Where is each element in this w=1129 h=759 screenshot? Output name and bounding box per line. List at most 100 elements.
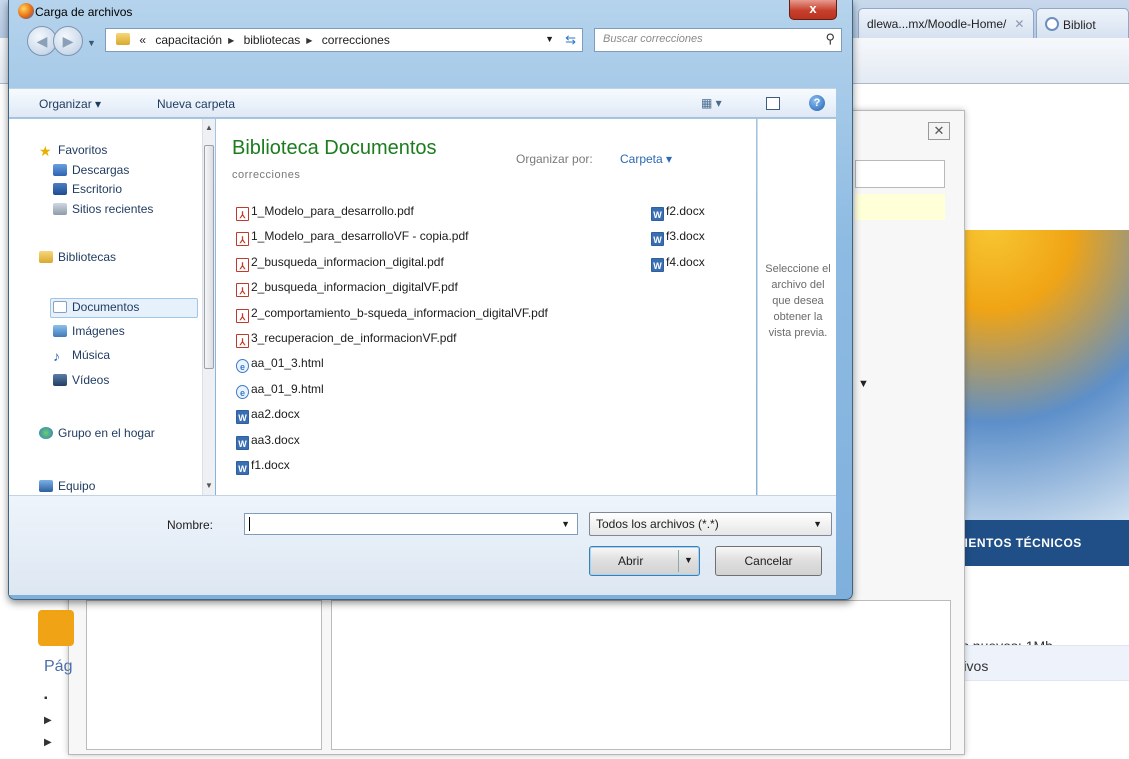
file-item[interactable]: Wf1.docx bbox=[236, 458, 290, 475]
moodle-right-pane bbox=[331, 600, 951, 750]
search-field[interactable]: Buscar correcciones ⚲ bbox=[594, 28, 842, 52]
file-item[interactable]: Wf3.docx bbox=[651, 229, 705, 247]
open-options-dropdown-icon[interactable]: ▼ bbox=[684, 555, 693, 565]
file-item[interactable]: Waa3.docx bbox=[236, 433, 300, 450]
browser-tab-label: Bibliot bbox=[1063, 18, 1096, 32]
nav-favorites[interactable]: ★ Favoritos bbox=[39, 143, 108, 159]
nav-scrollbar[interactable]: ▲ ▼ bbox=[202, 119, 215, 495]
nav-homegroup[interactable]: Grupo en el hogar bbox=[39, 426, 155, 440]
organize-menu[interactable]: Organizar ▾ bbox=[39, 97, 101, 111]
pdf-file-icon: ⅄ bbox=[236, 257, 249, 272]
nav-label: Vídeos bbox=[72, 373, 110, 387]
site-nav-bar[interactable]: MIENTOS TÉCNICOS bbox=[938, 520, 1129, 566]
file-name: f3.docx bbox=[666, 229, 705, 244]
dialog-close-button[interactable]: x bbox=[789, 0, 837, 20]
filename-dropdown-icon[interactable]: ▼ bbox=[561, 519, 570, 529]
scroll-down-icon[interactable]: ▼ bbox=[205, 481, 213, 490]
breadcrumb-correcciones[interactable]: correcciones bbox=[322, 33, 390, 47]
moodle-dropdown-arrow-icon[interactable]: ▼ bbox=[858, 378, 869, 390]
file-name: 2_busqueda_informacion_digitalVF.pdf bbox=[251, 280, 458, 295]
address-dropdown-icon[interactable]: ▼ bbox=[545, 34, 554, 44]
pdf-file-icon: ⅄ bbox=[236, 283, 249, 298]
moodle-input-box[interactable] bbox=[855, 160, 945, 188]
pdf-file-icon: ⅄ bbox=[236, 334, 249, 348]
nav-label: Equipo bbox=[58, 479, 96, 493]
nav-images[interactable]: Imágenes bbox=[53, 324, 125, 338]
tab-close-icon[interactable]: ✕ bbox=[1014, 17, 1024, 31]
recent-locations-dropdown-icon[interactable]: ▼ bbox=[87, 38, 96, 48]
homegroup-icon bbox=[39, 427, 53, 439]
dialog-footer bbox=[9, 495, 836, 595]
file-item[interactable]: Wf4.docx bbox=[651, 255, 705, 272]
breadcrumb-bibliotecas[interactable]: bibliotecas bbox=[244, 33, 301, 47]
nav-downloads[interactable]: Descargas bbox=[53, 163, 129, 177]
nav-documents[interactable]: Documentos bbox=[53, 300, 139, 314]
file-name: 1_Modelo_para_desarrolloVF - copia.pdf bbox=[251, 229, 469, 244]
nav-label: Bibliotecas bbox=[58, 250, 117, 264]
file-name: f1.docx bbox=[251, 458, 290, 472]
chevron-down-icon[interactable]: ▼ bbox=[813, 519, 822, 529]
file-item[interactable]: ⅄ 2_busqueda_informacion_digitalVF.pdf bbox=[236, 280, 458, 298]
new-folder-button[interactable]: Nueva carpeta bbox=[157, 97, 235, 111]
file-item[interactable]: ⅄ 1_Modelo_para_desarrolloVF - copia.pdf bbox=[236, 229, 469, 247]
desktop-icon bbox=[53, 183, 67, 195]
preview-pane-icon[interactable] bbox=[766, 97, 780, 110]
forward-button[interactable]: ▶ bbox=[53, 26, 83, 56]
arrange-by-label: Organizar por: bbox=[516, 152, 593, 166]
file-item[interactable]: Waa2.docx bbox=[236, 407, 300, 425]
nav-libraries[interactable]: Bibliotecas bbox=[39, 250, 116, 264]
browser-tab-bibliot[interactable]: Bibliot bbox=[1036, 8, 1129, 38]
moodle-highlight-row bbox=[855, 194, 945, 220]
breadcrumb-overflow[interactable]: « bbox=[139, 33, 146, 47]
back-arrow-icon: ◀ bbox=[36, 33, 48, 49]
nav-label: Imágenes bbox=[72, 324, 125, 338]
nav-label: Descargas bbox=[72, 163, 130, 177]
command-bar: Organizar ▾ Nueva carpeta ▦ ▾ ? bbox=[9, 88, 836, 118]
file-item[interactable]: ⅄ 2_comportamiento_b-squeda_informacion_d… bbox=[236, 306, 548, 323]
site-banner-image bbox=[958, 230, 1129, 520]
nav-computer[interactable]: Equipo bbox=[39, 479, 95, 493]
address-bar[interactable]: « capacitación ▶ bibliotecas ▶ correccione… bbox=[105, 28, 583, 52]
nav-label: Favoritos bbox=[58, 143, 108, 157]
file-type-select[interactable]: Todos los archivos (*.*) ▼ bbox=[589, 512, 832, 536]
split-divider bbox=[678, 550, 679, 572]
nav-desktop[interactable]: Escritorio bbox=[53, 182, 122, 196]
open-button[interactable]: Abrir ▼ bbox=[589, 546, 700, 576]
moodle-close-button[interactable]: ✕ bbox=[928, 122, 950, 140]
file-item[interactable]: e aa_01_9.html bbox=[236, 382, 324, 399]
scroll-up-icon[interactable]: ▲ bbox=[205, 123, 213, 132]
file-item[interactable]: ⅄ 2_busqueda_informacion_digital.pdf bbox=[236, 255, 444, 272]
downloads-icon bbox=[53, 164, 67, 176]
help-icon[interactable]: ? bbox=[809, 95, 825, 111]
docx-file-icon: W bbox=[236, 435, 249, 450]
breadcrumb-capacitacion[interactable]: capacitación bbox=[155, 33, 222, 47]
scroll-thumb[interactable] bbox=[204, 145, 214, 369]
pdf-file-icon: ⅄ bbox=[236, 207, 249, 221]
documents-icon bbox=[53, 301, 67, 313]
browser-tab-moodle[interactable]: dlewa...mx/Moodle-Home/ ✕ bbox=[858, 8, 1034, 38]
file-item[interactable]: Wf2.docx bbox=[651, 204, 705, 221]
images-icon bbox=[53, 325, 67, 337]
refresh-icon[interactable]: ⇆ bbox=[565, 32, 576, 48]
search-icon[interactable]: ⚲ bbox=[825, 31, 835, 47]
filename-input[interactable]: ▼ bbox=[244, 513, 578, 535]
cancel-button[interactable]: Cancelar bbox=[715, 546, 822, 576]
cancel-button-label: Cancelar bbox=[744, 554, 793, 568]
nav-videos[interactable]: Vídeos bbox=[53, 373, 109, 387]
file-name: aa2.docx bbox=[251, 407, 300, 422]
file-name: 2_busqueda_informacion_digital.pdf bbox=[251, 254, 444, 269]
nav-music[interactable]: ♪ Música bbox=[53, 348, 110, 364]
nav-label: Grupo en el hogar bbox=[58, 426, 155, 440]
nav-recent-places[interactable]: Sitios recientes bbox=[53, 202, 153, 216]
file-item[interactable]: e aa_01_3.html bbox=[236, 356, 324, 374]
arrange-by-dropdown[interactable]: Carpeta ▾ bbox=[620, 152, 672, 166]
pdf-file-icon: ⅄ bbox=[236, 308, 249, 323]
file-item[interactable]: ⅄ 3_recuperacion_de_informacionVF.pdf bbox=[236, 331, 456, 348]
library-subtitle: correcciones bbox=[232, 169, 301, 181]
dialog-title: Carga de archivos bbox=[35, 5, 133, 19]
view-options-icon[interactable]: ▦ ▾ bbox=[701, 96, 722, 110]
breadcrumb-separator-icon[interactable]: ▶ bbox=[228, 36, 234, 45]
file-item[interactable]: ⅄ 1_Modelo_para_desarrollo.pdf bbox=[236, 204, 414, 221]
firefox-icon bbox=[18, 3, 34, 19]
breadcrumb-separator-icon[interactable]: ▶ bbox=[306, 36, 312, 45]
